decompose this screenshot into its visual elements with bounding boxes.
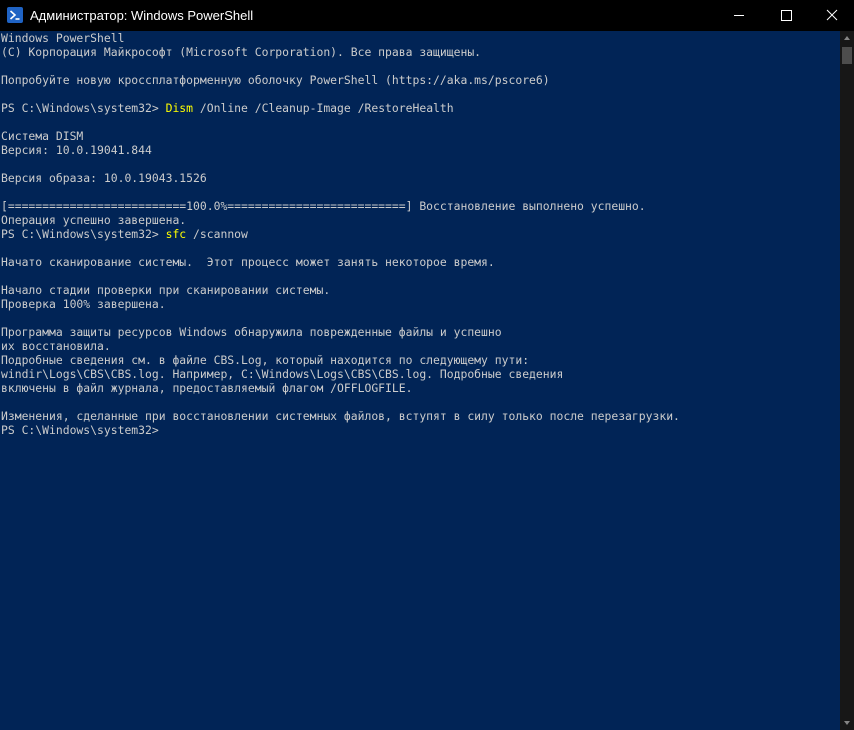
console-line: Windows PowerShell <box>1 31 125 45</box>
close-icon <box>826 9 838 21</box>
console-prompt-line: PS C:\Windows\system32> Dism /Online /Cl… <box>0 101 840 115</box>
console-line: Система DISM <box>1 129 84 143</box>
console-prompt-line: PS C:\Windows\system32> sfc /scannow <box>0 227 840 241</box>
prompt-text: PS C:\Windows\system32> <box>1 101 166 115</box>
scroll-up-button[interactable] <box>840 31 854 45</box>
maximize-icon <box>781 10 792 21</box>
console-line: их восстановила. <box>1 339 111 353</box>
powershell-icon[interactable] <box>7 7 23 23</box>
close-button[interactable] <box>809 0 854 31</box>
minimize-button[interactable] <box>716 0 762 31</box>
scroll-thumb[interactable] <box>842 47 852 64</box>
console-line: Версия: 10.0.19041.844 <box>1 143 152 157</box>
scroll-down-button[interactable] <box>840 716 854 730</box>
command-name: Dism <box>165 101 194 115</box>
console-line: Начато сканирование системы. Этот процес… <box>1 255 495 269</box>
console-line: windir\Logs\CBS\CBS.log. Например, C:\Wi… <box>1 367 564 381</box>
console-line: Операция успешно завершена. <box>1 213 187 227</box>
console-prompt-line: PS C:\Windows\system32> <box>0 423 840 437</box>
vertical-scrollbar[interactable] <box>840 31 854 730</box>
console-line: Подробные сведения см. в файле CBS.Log, … <box>1 353 530 367</box>
console-line: Начало стадии проверки при сканировании … <box>1 283 331 297</box>
console-line: включены в файл журнала, предоставляемый… <box>1 381 413 395</box>
console-line: Версия образа: 10.0.19043.1526 <box>1 171 207 185</box>
command-arguments: /scannow <box>186 227 248 241</box>
window-title: Администратор: Windows PowerShell <box>30 8 254 23</box>
console-line: Проверка 100% завершена. <box>1 297 166 311</box>
command-arguments: /Online /Cleanup-Image /RestoreHealth <box>193 101 454 115</box>
scroll-down-arrow-icon <box>844 721 850 725</box>
console-line: Изменения, сделанные при восстановлении … <box>1 409 680 423</box>
console-output[interactable]: Windows PowerShell (C) Корпорация Майкрос… <box>0 31 840 730</box>
console-line: [==========================100.0%=======… <box>1 199 646 213</box>
console-line: (C) Корпорация Майкрософт (Microsoft Cor… <box>1 45 482 59</box>
console-line: Программа защиты ресурсов Windows обнару… <box>1 325 502 339</box>
powershell-window: Администратор: Windows PowerShell Window… <box>0 0 854 730</box>
command-name: sfc <box>165 227 187 241</box>
prompt-text: PS C:\Windows\system32> <box>1 423 166 437</box>
console-line: Попробуйте новую кроссплатформенную обол… <box>1 73 550 87</box>
title-bar[interactable]: Администратор: Windows PowerShell <box>0 0 854 31</box>
maximize-button[interactable] <box>763 0 809 31</box>
scroll-up-arrow-icon <box>844 36 850 40</box>
minimize-icon <box>734 15 744 16</box>
prompt-text: PS C:\Windows\system32> <box>1 227 166 241</box>
